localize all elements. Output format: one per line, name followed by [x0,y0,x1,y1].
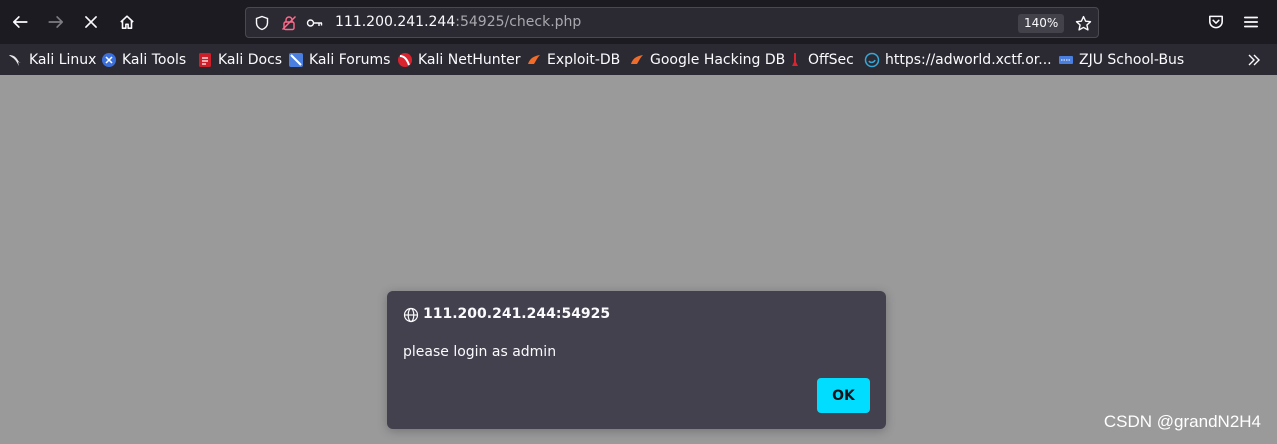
globe-icon [403,307,419,323]
bookmark-label: Kali Linux [29,51,97,68]
url-host: 111.200.241.244 [335,14,456,30]
shield-icon[interactable] [253,14,271,32]
home-button[interactable] [113,8,141,36]
chevron-double-right-icon [1246,52,1262,68]
alert-dialog: 111.200.241.244:54925 please login as ad… [387,291,886,429]
bookmark-kali-tools[interactable]: Kali Tools [101,44,186,75]
bookmark-kali-nethunter[interactable]: Kali NetHunter [397,44,520,75]
url-path: :54925/check.php [455,14,582,30]
address-bar[interactable]: 111.200.241.244:54925/check.php 140% [245,7,1099,38]
bookmark-label: Kali Docs [218,51,283,68]
kali-docs-icon [197,52,213,68]
bookmarks-overflow-button[interactable] [1246,44,1262,75]
watermark: CSDN @grandN2H4 [1103,412,1261,431]
kali-tools-icon [101,52,117,68]
home-icon [120,15,134,29]
bookmark-label: https://adworld.xctf.or... [885,51,1052,68]
bookmark-exploit-db[interactable]: Exploit-DB [526,44,620,75]
bookmarks-toolbar: Kali Linux Kali Tools Kali Docs Kali For… [0,44,1277,75]
exploit-db-icon [526,52,542,68]
bookmark-offsec[interactable]: OffSec [787,44,854,75]
bookmark-label: OffSec [808,51,854,68]
bookmark-star-icon[interactable] [1074,14,1092,32]
kali-nethunter-icon [397,52,413,68]
close-icon [85,16,97,28]
forward-arrow-icon [48,16,64,28]
ok-button[interactable]: OK [817,378,870,413]
google-hacking-db-icon [629,52,645,68]
adworld-icon [864,52,880,68]
bookmark-label: Exploit-DB [547,51,621,68]
pocket-button[interactable] [1202,8,1230,36]
forward-button[interactable] [42,8,70,36]
bookmark-adworld[interactable]: https://adworld.xctf.or... [864,44,1052,75]
pocket-icon [1209,15,1223,29]
kali-forums-icon [288,52,304,68]
zoom-indicator[interactable]: 140% [1018,14,1065,33]
browser-toolbar: 111.200.241.244:54925/check.php 140% [0,0,1277,44]
bookmark-label: Kali Forums [309,51,391,68]
dialog-message: please login as admin [403,344,557,360]
bookmark-label: Kali Tools [122,51,187,68]
bookmark-label: Kali NetHunter [418,51,521,68]
app-menu-button[interactable] [1237,8,1265,36]
bookmark-kali-forums[interactable]: Kali Forums [288,44,390,75]
url-text[interactable]: 111.200.241.244:54925/check.php [335,14,581,30]
kali-dragon-icon [8,52,24,68]
dialog-title: 111.200.241.244:54925 [423,306,611,322]
bookmark-label: Google Hacking DB [650,51,786,68]
back-button[interactable] [6,8,34,36]
insecure-lock-icon[interactable] [280,14,298,32]
key-icon[interactable] [306,14,324,32]
bookmark-label: ZJU School-Bus [1079,51,1185,68]
stop-button[interactable] [77,8,105,36]
bookmark-kali-linux[interactable]: Kali Linux [8,44,96,75]
back-arrow-icon [12,16,28,28]
bookmark-zju-school-bus[interactable]: ZJU School-Bus [1058,44,1184,75]
hamburger-menu-icon [1243,16,1259,28]
bookmark-kali-docs[interactable]: Kali Docs [197,44,282,75]
bookmark-google-hacking-db[interactable]: Google Hacking DB [629,44,785,75]
offsec-icon [787,52,803,68]
zju-icon [1058,52,1074,68]
